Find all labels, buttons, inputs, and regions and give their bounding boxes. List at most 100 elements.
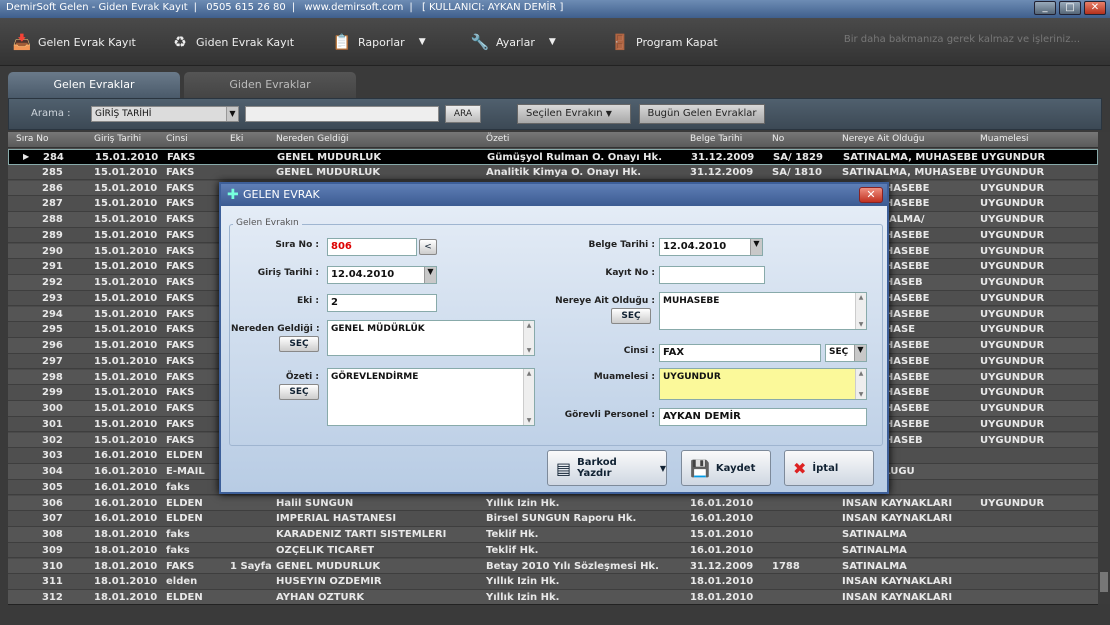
table-row[interactable]: 311 18.01.2010 elden HÜSEYİN ÖZDEMİR Yıllık … <box>8 574 1098 590</box>
nereye-sec-button[interactable]: SEÇ <box>611 308 651 324</box>
ozeti-label: Özeti : <box>285 372 319 382</box>
column-header[interactable]: Eki <box>230 134 243 144</box>
horizontal-scrollbar[interactable] <box>8 604 1098 616</box>
table-cell: Gümüşyol Rulman Ö. Onayı Hk. <box>487 152 662 163</box>
table-cell: 306 <box>42 497 63 509</box>
textarea-scrollbar[interactable]: ▲ ▼ <box>523 369 534 425</box>
kaydet-button[interactable]: 💾 Kaydet <box>681 450 771 486</box>
table-cell: 15.01.2010 <box>94 166 158 178</box>
wrench-icon: 🔧 <box>470 33 490 51</box>
table-cell: 301 <box>42 418 63 430</box>
belge-tarihi-label: Belge Tarihi : <box>588 240 655 250</box>
secilen-evrakin-button[interactable]: Seçilen Evrakın ▼ <box>517 104 631 124</box>
table-cell: FAKS <box>166 403 195 414</box>
table-cell: 16.01.2010 <box>94 466 158 477</box>
column-header[interactable]: Nereye Ait Olduğu <box>842 134 925 144</box>
table-row[interactable]: 308 18.01.2010 faks KARADENİZ TARTI SİSTEML… <box>8 527 1098 543</box>
table-row[interactable]: ▶ 284 15.01.2010 FAKS GENEL MÜDÜRLÜK Gümüşyol… <box>8 149 1098 165</box>
ayarlar-button[interactable]: 🔧 Ayarlar ▼ <box>470 28 556 56</box>
table-cell: UYGUNDUR <box>980 229 1045 241</box>
table-row[interactable]: 285 15.01.2010 FAKS GENEL MÜDÜRLÜK Analitik … <box>8 164 1098 181</box>
nereye-ait-field[interactable]: MUHASEBE ▲ ▼ <box>659 292 867 330</box>
table-cell: UYGUNDUR <box>980 371 1045 383</box>
raporlar-button[interactable]: 📋 Raporlar ▼ <box>332 28 426 56</box>
gorevli-personel-field[interactable]: AYKAN DEMİR <box>659 408 867 426</box>
table-cell: 15.01.2010 <box>94 277 158 288</box>
column-header[interactable]: Özeti <box>486 134 509 144</box>
table-cell: KARADENİZ TARTI SİSTEMLERİ <box>276 529 447 540</box>
table-row[interactable]: 309 18.01.2010 faks ÖZÇELİK TİCARET Teklif H… <box>8 542 1098 559</box>
muamelesi-field[interactable]: UYGUNDUR ▲ ▼ <box>659 368 867 400</box>
table-row[interactable]: 312 18.01.2010 ELDEN AYHAN ÖZTÜRK Yıllık İzi… <box>8 590 1098 604</box>
column-header[interactable]: Giriş Tarihi <box>94 134 141 144</box>
giris-tarihi-picker[interactable]: 12.04.2010 ▼ <box>327 266 437 284</box>
minimize-button[interactable]: _ <box>1034 1 1056 15</box>
table-cell: UYGUNDUR <box>980 214 1045 225</box>
table-cell: FAKS <box>166 371 195 383</box>
textarea-scrollbar[interactable]: ▲ ▼ <box>523 321 534 355</box>
eki-field[interactable]: 2 <box>327 294 437 312</box>
maximize-button[interactable]: □ <box>1059 1 1081 15</box>
vertical-scrollbar[interactable] <box>1098 132 1110 604</box>
bugun-gelen-button[interactable]: Bugün Gelen Evraklar <box>639 104 765 124</box>
cinsi-sec-dropdown[interactable]: SEÇ ▼ <box>825 344 867 362</box>
table-cell: 15.01.2010 <box>94 355 158 367</box>
column-header[interactable]: Cinsi <box>166 134 188 144</box>
column-header[interactable]: No <box>772 134 784 144</box>
toolbar-label: Raporlar <box>358 35 405 49</box>
dialog-close-button[interactable]: ✕ <box>859 187 883 203</box>
table-cell: 310 <box>42 560 63 572</box>
plus-icon: ✚ <box>227 187 239 203</box>
table-cell: SA/ 1829 <box>773 152 823 163</box>
column-header[interactable]: Nereden Geldiği <box>276 134 349 144</box>
nereye-ait-value: MUHASEBE <box>663 296 720 306</box>
secilen-label: Seçilen Evrakın <box>526 108 603 119</box>
program-kapat-button[interactable]: 🚪 Program Kapat <box>610 28 718 56</box>
tab-giden-evraklar[interactable]: Giden Evraklar <box>184 72 356 98</box>
table-cell: 304 <box>42 466 63 477</box>
ara-button[interactable]: ARA <box>445 105 481 123</box>
table-cell: 307 <box>42 513 63 525</box>
table-cell: Teklif Hk. <box>486 544 539 556</box>
table-row[interactable]: 307 16.01.2010 ELDEN İMPERİAL HASTANESİ Birs… <box>8 511 1098 527</box>
barkod-yazdir-button[interactable]: ▤ Barkod Yazdır ▼ <box>547 450 667 486</box>
table-cell: SA/ 1810 <box>772 166 822 178</box>
sira-no-field[interactable]: 806 <box>327 238 417 256</box>
toolbar-hint: Bir daha bakmanıza gerek kalmaz ve işler… <box>843 34 1080 45</box>
table-cell: FAKS <box>166 355 195 367</box>
column-header[interactable]: Sıra No <box>16 134 49 144</box>
close-button[interactable]: ✕ <box>1084 1 1106 15</box>
table-cell: GENEL MÜDÜRLÜK <box>276 166 381 178</box>
nereden-field[interactable]: GENEL MÜDÜRLÜK ▲ ▼ <box>327 320 535 356</box>
textarea-scrollbar[interactable]: ▲ ▼ <box>855 369 866 399</box>
search-input[interactable] <box>245 106 439 122</box>
table-row[interactable]: 310 18.01.2010 FAKS 1 Sayfa GENEL MÜDÜRLÜK Be… <box>8 558 1098 575</box>
iptal-button[interactable]: ✖ İptal <box>784 450 874 486</box>
gelen-evrak-kayit-button[interactable]: 📥 Gelen Evrak Kayıt <box>12 28 136 56</box>
ozeti-sec-button[interactable]: SEÇ <box>279 384 319 400</box>
table-cell: UYGUNDUR <box>980 166 1045 178</box>
table-cell: faks <box>166 529 190 540</box>
table-cell: FAKS <box>166 229 195 241</box>
giden-evrak-kayit-button[interactable]: ♻ Giden Evrak Kayıt <box>170 28 294 56</box>
column-header[interactable]: Belge Tarihi <box>690 134 742 144</box>
kayit-no-field[interactable] <box>659 266 765 284</box>
table-cell: 18.01.2010 <box>94 544 158 556</box>
column-header[interactable]: Muamelesi <box>980 134 1029 144</box>
ozeti-field[interactable]: GÖREVLENDİRME ▲ ▼ <box>327 368 535 426</box>
nereden-sec-button[interactable]: SEÇ <box>279 336 319 352</box>
table-cell: ÖZÇELİK TİCARET <box>276 544 375 556</box>
table-cell: 295 <box>42 324 63 336</box>
sira-no-button[interactable]: < <box>419 239 437 255</box>
table-cell: 15.01.2010 <box>94 245 158 257</box>
textarea-scrollbar[interactable]: ▲ ▼ <box>855 293 866 329</box>
search-field-select[interactable]: GİRİŞ TARİHİ ▼ <box>91 106 239 122</box>
table-row[interactable]: 306 16.01.2010 ELDEN Halil SÜNGÜN Yıllık İzi… <box>8 495 1098 512</box>
cinsi-field[interactable]: FAX <box>659 344 821 362</box>
tab-gelen-evraklar[interactable]: Gelen Evraklar <box>8 72 180 98</box>
table-cell: 15.01.2010 <box>94 292 158 304</box>
table-cell: 15.01.2010 <box>94 418 158 430</box>
table-cell: SATINALMA, MUHASEBE <box>843 152 979 163</box>
belge-tarihi-picker[interactable]: 12.04.2010 ▼ <box>659 238 763 256</box>
scroll-thumb[interactable] <box>1100 572 1108 592</box>
